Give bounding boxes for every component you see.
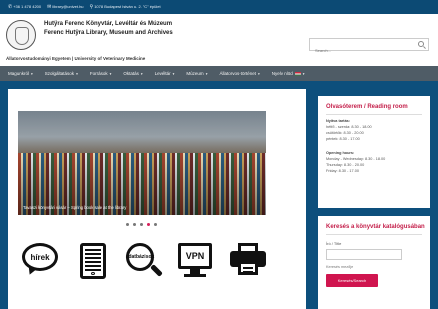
chevron-down-icon: ▾ bbox=[109, 72, 112, 76]
nav-item-archives[interactable]: Levéltár ▾ bbox=[155, 71, 175, 76]
hungarian-flag-icon bbox=[294, 71, 301, 76]
catalog-search-title: Keresés a könyvtár katalógusában bbox=[326, 224, 425, 230]
envelope-icon: ✉ bbox=[47, 4, 52, 10]
catalog-search-input[interactable] bbox=[326, 249, 402, 260]
email-contact[interactable]: ✉library@univet.hu bbox=[47, 4, 83, 10]
vpn-monitor-icon: VPN bbox=[178, 243, 212, 269]
nav-item-vet-history[interactable]: Állatorvos-történet ▾ bbox=[219, 71, 259, 76]
site-title-english[interactable]: Ferenc Hutÿra Library, Museum and Archiv… bbox=[44, 30, 173, 36]
nav-item-language[interactable]: Nyelv nlöd ▾ bbox=[272, 71, 305, 76]
chevron-down-icon: ▾ bbox=[172, 72, 175, 76]
e-book-tablet-icon[interactable] bbox=[80, 243, 106, 279]
location-pin-icon: ⚲ bbox=[89, 4, 94, 10]
phone-icon: ✆ bbox=[8, 4, 13, 10]
catalog-search-button[interactable]: Keresés/Search bbox=[326, 274, 378, 287]
image-slider[interactable]: Tavaszi könyvtári vásár – Spring book sa… bbox=[18, 111, 266, 215]
chevron-down-icon: ▾ bbox=[257, 72, 260, 76]
search-icon[interactable] bbox=[418, 41, 424, 47]
nav-item-services[interactable]: Szolgáltatások ▾ bbox=[45, 71, 78, 76]
site-header: Hutÿra Ferenc Könyvtár, Levéltár és Múze… bbox=[0, 14, 438, 66]
chevron-down-icon: ▾ bbox=[140, 72, 143, 76]
chevron-down-icon: ▾ bbox=[76, 72, 78, 76]
chevron-down-icon: ▾ bbox=[205, 72, 208, 76]
hours-line: Friday: 8.30 - 17.00 bbox=[326, 169, 359, 173]
nav-item-about[interactable]: Magunkról ▾ bbox=[8, 71, 33, 76]
library-logo[interactable] bbox=[6, 20, 36, 50]
catalog-field-hint: Keresés mezője bbox=[326, 265, 354, 269]
university-subtitle: Állatorvostudományi Egyetem | University… bbox=[6, 56, 146, 61]
database-search-link[interactable]: adatbázisok bbox=[124, 243, 164, 279]
reading-room-title: Olvasóterem / Reading room bbox=[326, 104, 408, 110]
main-content: Tavaszi könyvtári vásár – Spring book sa… bbox=[8, 89, 306, 309]
printer-icon[interactable] bbox=[230, 243, 266, 277]
quick-links: hírek adatbázisok VPN bbox=[22, 243, 272, 283]
vpn-link[interactable]: VPN bbox=[178, 243, 212, 279]
divider bbox=[326, 114, 422, 115]
slider-dot[interactable] bbox=[154, 223, 157, 226]
catalog-search-widget: Keresés a könyvtár katalógusában Író / T… bbox=[318, 216, 430, 309]
slider-dot-active[interactable] bbox=[147, 223, 150, 226]
catalog-field-label: Író / Title bbox=[326, 241, 342, 246]
address-contact: ⚲1078 Budapest István u. 2. "C" épület bbox=[89, 4, 161, 10]
site-title-hungarian[interactable]: Hutÿra Ferenc Könyvtár, Levéltár és Múze… bbox=[44, 21, 172, 27]
top-contact-bar: ✆+36 1 478 4200 ✉library@univet.hu ⚲1078… bbox=[0, 0, 438, 14]
main-navigation: Magunkról ▾ Szolgáltatások ▾ Források ▾ Okt… bbox=[0, 66, 438, 81]
site-search bbox=[309, 38, 429, 56]
phone-contact[interactable]: ✆+36 1 478 4200 bbox=[8, 4, 41, 10]
slider-pagination bbox=[126, 223, 157, 226]
slider-dot[interactable] bbox=[133, 223, 136, 226]
news-link[interactable]: hírek bbox=[22, 243, 58, 277]
reading-room-widget: Olvasóterem / Reading room Nyitva tartás… bbox=[318, 96, 430, 208]
nav-item-museum[interactable]: Múzeum ▾ bbox=[186, 71, 207, 76]
slider-dot[interactable] bbox=[140, 223, 143, 226]
nav-item-resources[interactable]: Források ▾ bbox=[90, 71, 112, 76]
slider-dot[interactable] bbox=[126, 223, 129, 226]
header-divider bbox=[0, 81, 438, 89]
chevron-down-icon: ▾ bbox=[31, 72, 33, 76]
nav-item-education[interactable]: Oktatás ▾ bbox=[123, 71, 142, 76]
chevron-down-icon: ▾ bbox=[302, 72, 305, 76]
slide-caption: Tavaszi könyvtári vásár – Spring book sa… bbox=[23, 205, 127, 210]
search-input[interactable] bbox=[310, 45, 410, 56]
